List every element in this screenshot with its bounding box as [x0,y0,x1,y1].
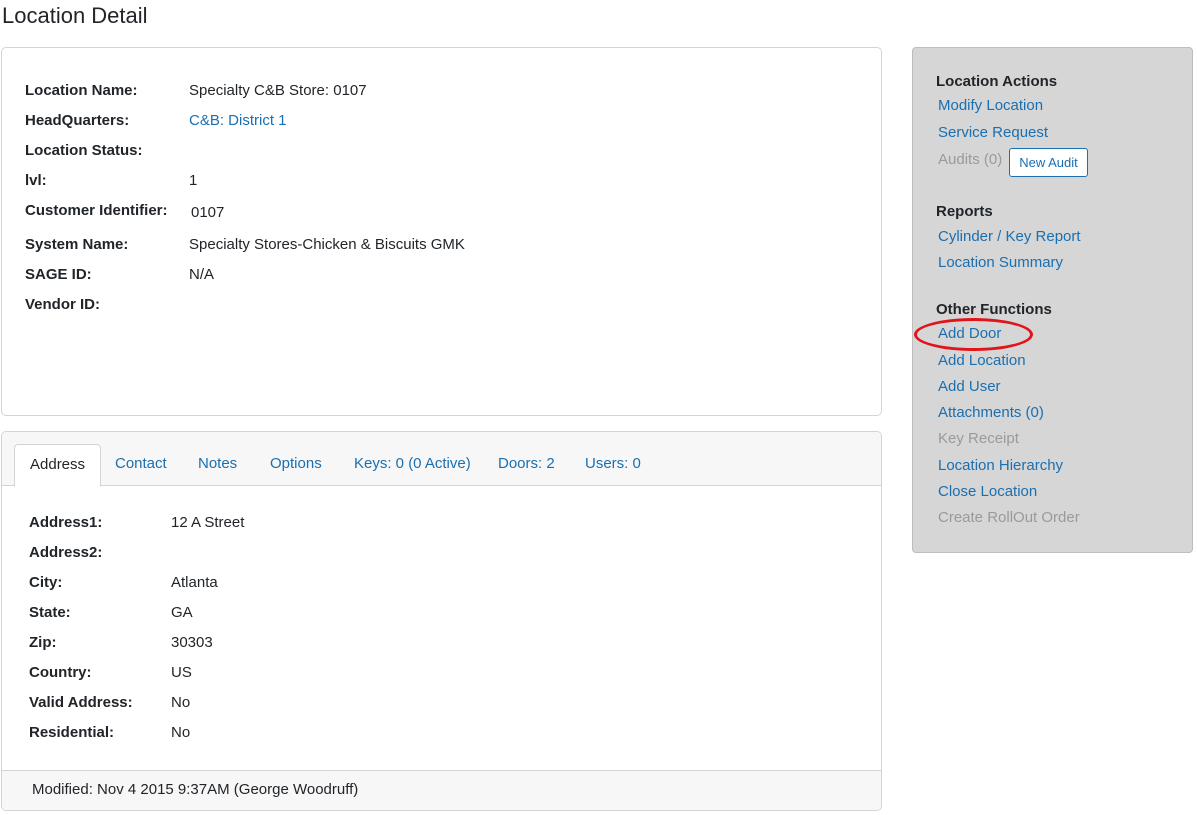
add-door-link[interactable]: Add Door [938,325,1001,342]
tab-options[interactable]: Options [270,444,322,486]
modified-footer: Modified: Nov 4 2015 9:37AM (George Wood… [2,770,881,810]
location-name-row: Location Name: Specialty C&B Store: 0107 [2,82,881,104]
location-status-row: Location Status: [2,142,881,164]
state-label: State: [29,604,71,621]
tab-keys[interactable]: Keys: 0 (0 Active) [354,444,471,486]
residential-label: Residential: [29,724,115,741]
modify-location-link[interactable]: Modify Location [938,97,1043,114]
zip-row: Zip: 30303 [2,634,881,656]
actions-sidebar: Location Actions Modify Location Service… [912,47,1193,553]
customer-identifier-value: 0107 [191,204,225,221]
residential-row: Residential: No [2,724,881,746]
country-value: US [171,664,192,681]
customer-identifier-label: Customer Identifier: [25,202,168,219]
level-value: 1 [189,172,198,189]
vendor-id-row: Vendor ID: [2,296,881,318]
add-user-link[interactable]: Add User [938,378,1001,395]
level-row: lvl: 1 [2,172,881,194]
valid-address-label: Valid Address: [29,694,133,711]
close-location-link[interactable]: Close Location [938,483,1037,500]
audits-count: Audits (0) [938,151,1003,168]
address2-label: Address2: [29,544,103,561]
vendor-id-label: Vendor ID: [25,296,101,313]
valid-address-row: Valid Address: No [2,694,881,716]
customer-identifier-row: Customer Identifier: 0107 [2,202,881,224]
location-actions-heading: Location Actions [936,73,1058,90]
sage-id-row: SAGE ID: N/A [2,266,881,288]
new-audit-button[interactable]: New Audit [1009,148,1088,177]
reports-heading: Reports [936,203,993,220]
location-summary-link[interactable]: Location Summary [938,254,1063,271]
system-name-value: Specialty Stores-Chicken & Biscuits GMK [189,236,465,253]
system-name-label: System Name: [25,236,129,253]
valid-address-value: No [171,694,191,711]
address1-value: 12 A Street [171,514,245,531]
tab-strip: Address Contact Notes Options Keys: 0 (0… [2,432,881,487]
service-request-link[interactable]: Service Request [938,124,1048,141]
location-name-value: Specialty C&B Store: 0107 [189,82,367,99]
country-row: Country: US [2,664,881,686]
attachments-link[interactable]: Attachments (0) [938,404,1044,421]
location-status-label: Location Status: [25,142,143,159]
create-rollout-order-item: Create RollOut Order [938,509,1080,526]
page-title: Location Detail [2,3,148,28]
city-label: City: [29,574,63,591]
tab-doors[interactable]: Doors: 2 [498,444,555,486]
zip-label: Zip: [29,634,57,651]
location-detail-card: Location Name: Specialty C&B Store: 0107… [1,47,882,416]
cylinder-key-report-link[interactable]: Cylinder / Key Report [938,228,1081,245]
key-receipt-item: Key Receipt [938,430,1019,447]
location-tabs-card: Address Contact Notes Options Keys: 0 (0… [1,431,882,811]
tab-notes[interactable]: Notes [198,444,237,486]
level-label: lvl: [25,172,47,189]
system-name-row: System Name: Specialty Stores-Chicken & … [2,236,881,258]
tab-users[interactable]: Users: 0 [585,444,641,486]
zip-value: 30303 [171,634,213,651]
headquarters-link[interactable]: C&B: District 1 [189,112,287,129]
city-value: Atlanta [171,574,218,591]
location-hierarchy-link[interactable]: Location Hierarchy [938,457,1063,474]
address2-row: Address2: [2,544,881,566]
location-name-label: Location Name: [25,82,138,99]
sage-id-value: N/A [189,266,215,283]
residential-value: No [171,724,191,741]
headquarters-label: HeadQuarters: [25,112,130,129]
state-row: State: GA [2,604,881,626]
city-row: City: Atlanta [2,574,881,596]
sage-id-label: SAGE ID: [25,266,92,283]
address1-row: Address1: 12 A Street [2,514,881,536]
tab-contact[interactable]: Contact [115,444,167,486]
address1-label: Address1: [29,514,103,531]
other-functions-heading: Other Functions [936,301,1052,318]
state-value: GA [171,604,193,621]
country-label: Country: [29,664,92,681]
tab-address[interactable]: Address [14,444,102,487]
headquarters-row: HeadQuarters: C&B: District 1 [2,112,881,134]
add-location-link[interactable]: Add Location [938,352,1026,369]
